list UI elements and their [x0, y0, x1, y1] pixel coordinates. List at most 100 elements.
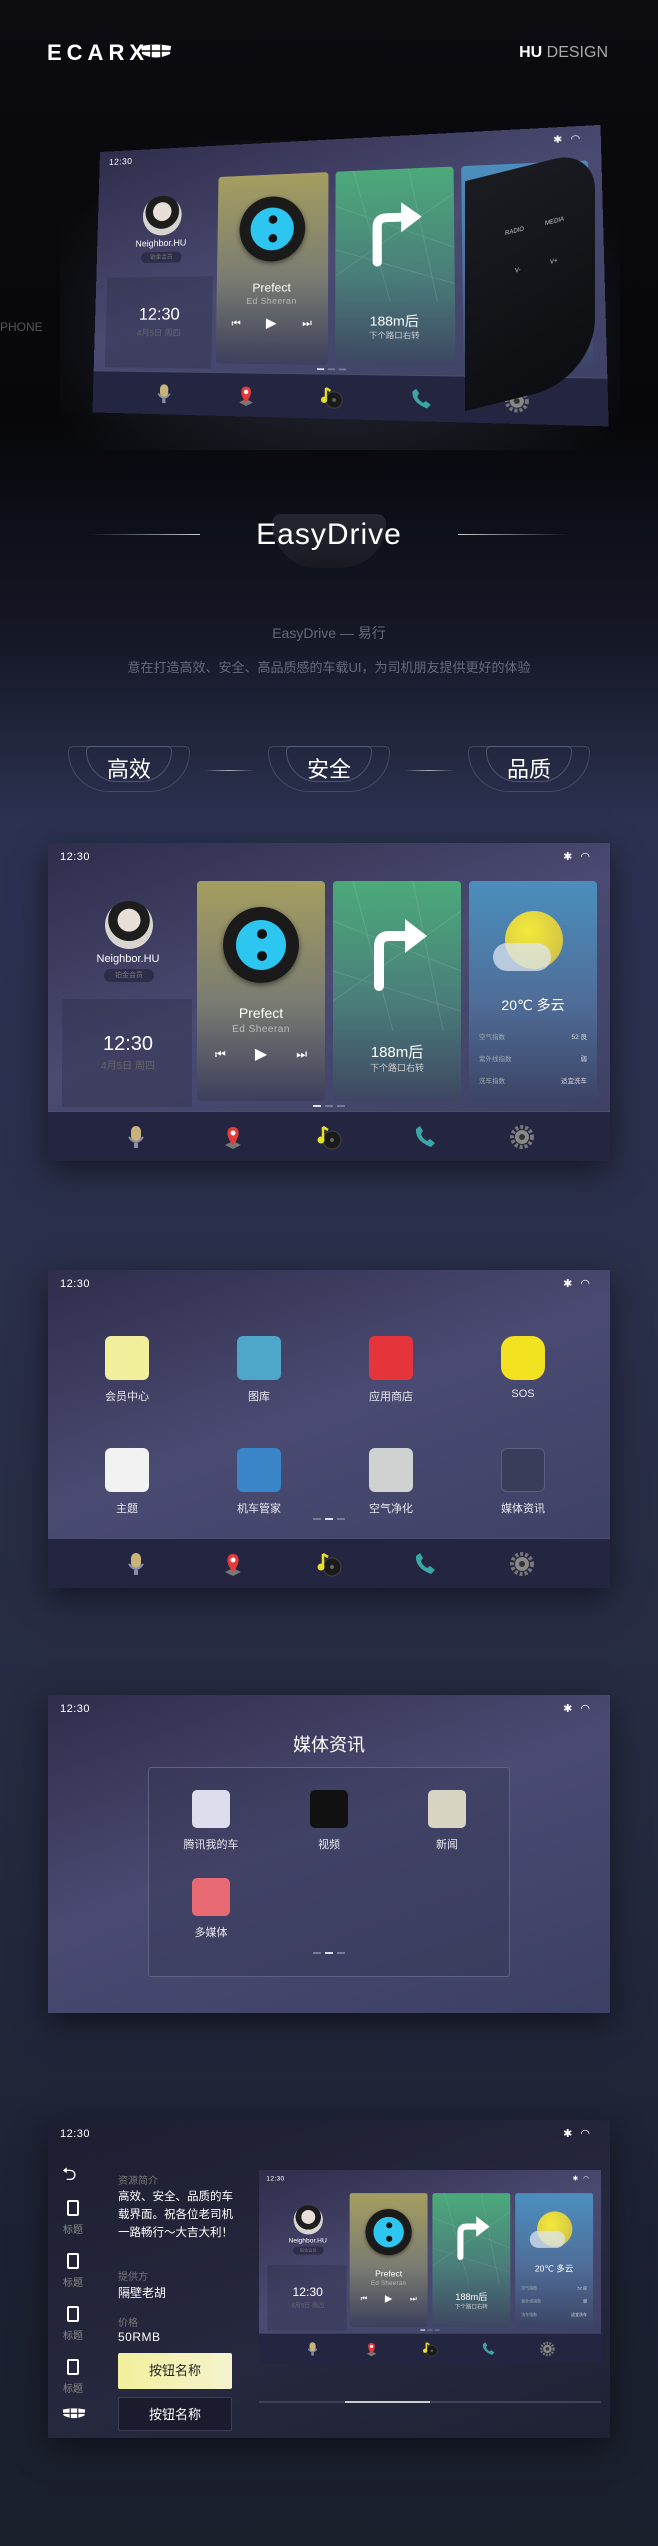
microphone-icon[interactable] [304, 2340, 321, 2357]
preview-scrollbar[interactable] [259, 2401, 601, 2403]
microphone-icon[interactable] [152, 381, 176, 405]
play-button[interactable]: ▶ [385, 2292, 392, 2304]
previous-button[interactable]: ⏮ [231, 317, 240, 332]
dashboard: 12:30 ✱ ◠ Neighbor.HU 铂金会员 12:30 4月5日 周四 … [259, 2170, 601, 2364]
provider-value: 隔壁老胡 [118, 2286, 167, 2300]
navigation-card[interactable]: 188m后 下个路口右转 [432, 2193, 511, 2327]
music-icon[interactable] [315, 1123, 343, 1151]
previous-button[interactable]: ⏮ [361, 2294, 368, 2304]
sidebar-item[interactable]: 标题 [58, 2306, 88, 2344]
media-app-radio[interactable]: 多媒体 [161, 1878, 261, 1940]
price-value: 50RMB [118, 2330, 161, 2344]
volume-down-button[interactable]: V- [515, 267, 521, 274]
user-profile[interactable]: Neighbor.HU 铂金会员 12:30 4月5日 周四 [94, 177, 216, 372]
pillar-safe: 安全 [268, 746, 390, 792]
back-icon[interactable]: ⮌ [62, 2162, 76, 2192]
easydrive-title: EasyDrive [256, 518, 402, 551]
shopping-bag-icon [369, 1336, 413, 1380]
sidebar-item[interactable]: 标题 [58, 2359, 88, 2397]
nav-instruction: 下个路口右转 [369, 1063, 424, 1073]
status-time: 12:30 [108, 156, 133, 168]
status-time: 12:30 [60, 851, 91, 863]
secondary-button[interactable]: 按钮名称 [118, 2397, 232, 2431]
media-app-tencent-car[interactable]: 腾讯我的车 [161, 1790, 261, 1852]
user-profile[interactable]: Neighbor.HU 铂金会员 12:30 4月5日 周四 [259, 2193, 347, 2333]
member-badge: 铂金会员 [293, 2246, 324, 2255]
phone-icon[interactable] [411, 1550, 439, 1578]
phone-icon[interactable] [411, 1123, 439, 1151]
turn-right-arrow-icon [368, 194, 422, 266]
gear-icon[interactable] [508, 1123, 536, 1151]
primary-button[interactable]: 按钮名称 [118, 2353, 232, 2389]
app-shirt[interactable]: 主题 [62, 1448, 192, 1516]
document-icon [67, 2253, 79, 2269]
nav-distance: 188m后 [455, 2292, 488, 2303]
radio-button[interactable]: RADIO [505, 226, 524, 237]
page-indicator [259, 2329, 601, 2331]
sos-icon [501, 1336, 545, 1380]
sidebar-item[interactable]: 标题 [58, 2200, 88, 2238]
music-card[interactable]: Prefect Ed Sheeran ⏮ ▶ ⏭ [197, 881, 325, 1101]
sidebar-item[interactable]: 标题 [58, 2253, 88, 2291]
next-button[interactable]: ⏭ [302, 317, 312, 332]
map-pin-icon[interactable] [233, 382, 258, 407]
music-card[interactable]: Prefect Ed Sheeran ⏮ ▶ ⏭ [215, 172, 329, 365]
microphone-icon[interactable] [122, 1123, 150, 1151]
geely-logo-icon[interactable] [62, 2408, 86, 2420]
app-gallery[interactable]: 图库 [194, 1336, 324, 1404]
music-card[interactable]: Prefect Ed Sheeran ⏮ ▶ ⏭ [349, 2193, 428, 2327]
member-badge: 铂金会员 [140, 251, 182, 264]
gear-icon[interactable] [508, 1550, 536, 1578]
music-icon[interactable] [421, 2340, 438, 2357]
app-membership-card[interactable]: 会员中心 [62, 1336, 192, 1404]
app-shield[interactable]: 机车管家 [194, 1448, 324, 1516]
phone-icon[interactable] [480, 2340, 497, 2357]
bluetooth-icon: ✱ [572, 2174, 579, 2183]
map-pin-icon[interactable] [219, 1550, 247, 1578]
status-time: 12:30 [60, 2128, 91, 2140]
bluetooth-icon: ✱ [563, 1278, 573, 1290]
avatar[interactable] [142, 195, 183, 236]
geely-logo [141, 44, 171, 59]
app-shopping-bag[interactable]: 应用商店 [326, 1336, 456, 1404]
microphone-icon[interactable] [122, 1550, 150, 1578]
home-screen: 12:30 ✱ ◠ Neighbor.HU 铂金会员 12:30 4月5日 周四 … [48, 843, 610, 1161]
next-button[interactable]: ⏭ [296, 1047, 307, 1064]
media-app-newspaper[interactable]: 新闻 [397, 1790, 497, 1852]
avatar[interactable] [105, 901, 153, 949]
navigation-card[interactable]: 188m后 下个路口右转 [335, 166, 456, 367]
weather-row: 紫外线指数弱 [521, 2299, 587, 2304]
gear-icon[interactable] [539, 2340, 556, 2357]
next-button[interactable]: ⏭ [410, 2294, 417, 2304]
wifi-icon: ◠ [582, 2174, 589, 2183]
app-air-purifier[interactable]: 空气净化 [326, 1448, 456, 1516]
play-button[interactable]: ▶ [255, 1044, 267, 1064]
song-title: Prefect [375, 2268, 403, 2279]
navigation-card[interactable]: 188m后 下个路口右转 [333, 881, 461, 1101]
user-profile[interactable]: Neighbor.HU 铂金会员 12:30 4月5日 周四 [48, 881, 193, 1111]
volume-up-button[interactable]: V+ [550, 258, 558, 266]
wifi-icon: ◠ [570, 133, 581, 145]
status-time: 12:30 [60, 1703, 91, 1715]
map-pin-icon[interactable] [219, 1123, 247, 1151]
provider-label: 提供方 [118, 2272, 148, 2283]
tencent-car-icon [192, 1790, 230, 1828]
weather-card[interactable]: 20℃ 多云空气指数52 良紫外线指数弱洗车指数适宜洗车 [515, 2193, 594, 2327]
previous-button[interactable]: ⏮ [215, 1047, 226, 1064]
avatar[interactable] [293, 2205, 323, 2235]
page-indicator [149, 1952, 509, 1954]
media-folder-screen: 12:30 ✱ ◠ 媒体资讯 腾讯我的车 视频 新闻 多媒体 [48, 1695, 610, 2013]
media-button[interactable]: MEDIA [545, 217, 564, 228]
weather-card[interactable]: 20℃ 多云空气指数52 良紫外线指数弱洗车指数适宜洗车 [469, 881, 597, 1101]
vinyl-record-icon [223, 907, 299, 983]
app-media-folder[interactable]: 媒体资讯 [458, 1448, 588, 1516]
media-app-clapper[interactable]: 视频 [279, 1790, 379, 1852]
section-title: EasyDrive [0, 510, 658, 568]
nav-distance: 188m后 [369, 313, 419, 330]
app-sos[interactable]: SOS [458, 1336, 588, 1400]
map-pin-icon[interactable] [363, 2340, 380, 2357]
play-button[interactable]: ▶ [266, 314, 277, 331]
music-icon[interactable] [319, 384, 345, 410]
music-icon[interactable] [315, 1550, 343, 1578]
phone-icon[interactable] [408, 385, 435, 411]
